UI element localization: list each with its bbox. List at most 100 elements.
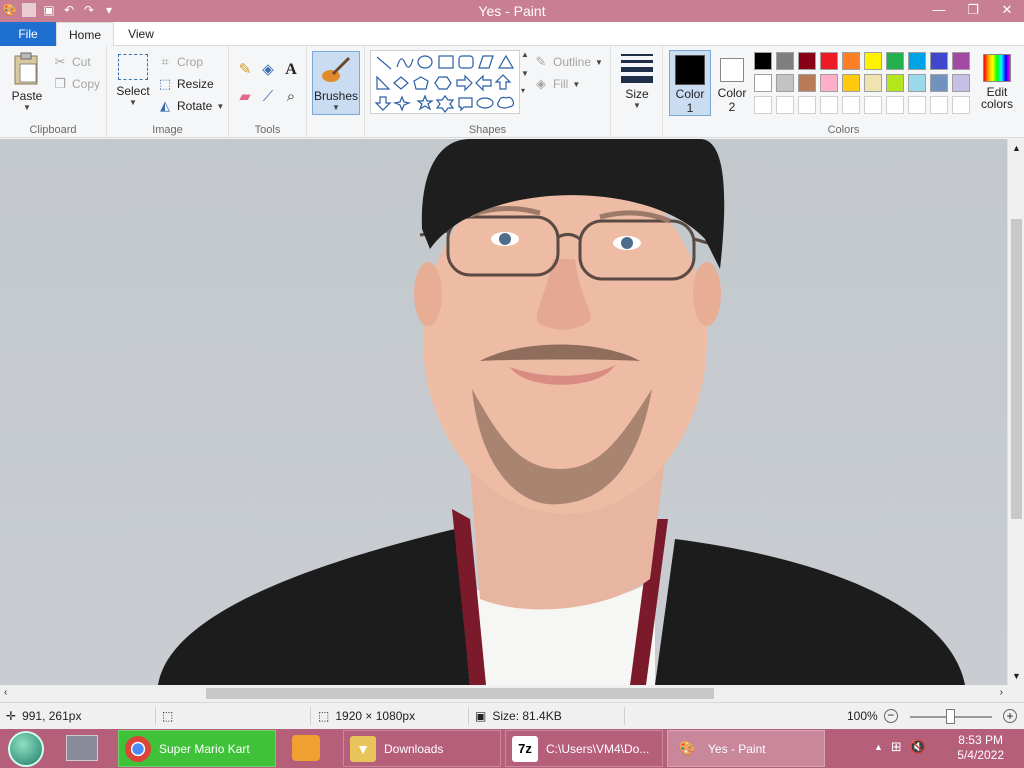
text-tool-icon[interactable]: A [283,62,299,78]
chevron-down-icon[interactable]: ▼ [521,69,531,78]
zoom-in-button[interactable]: + [1003,709,1017,723]
resize-button[interactable]: ⬚ Resize [157,76,214,92]
oval-callout-shape-icon [476,97,494,109]
clock-time: 8:53 PM [958,733,1003,747]
palette-swatch[interactable] [820,96,838,114]
pencil-icon[interactable]: ✎ [237,62,253,78]
cursor-position-text: 991, 261px [22,709,82,723]
clock-date: 5/4/2022 [957,748,1004,762]
palette-swatch[interactable] [776,74,794,92]
chevron-up-icon[interactable]: ▲ [1012,143,1021,153]
horizontal-scrollbar[interactable]: ‹ › [0,685,1007,702]
taskbar-item-chrome[interactable]: Super Mario Kart [118,730,276,767]
taskbar-item-downloads[interactable]: ▼ Downloads [343,730,501,767]
folder-icon: ▼ [350,735,376,762]
chevron-right-icon[interactable]: › [1000,687,1003,698]
canvas-workspace[interactable] [0,139,1024,685]
close-button[interactable]: ✕ [990,0,1024,20]
taskbar-item-paint[interactable]: 🎨 Yes - Paint [667,730,825,767]
vertical-scrollbar[interactable]: ▲ ▼ [1007,139,1024,685]
cursor-position: ✛ 991, 261px [6,709,81,723]
expand-gallery-icon[interactable]: ▾ [521,86,531,95]
palette-swatch[interactable] [930,96,948,114]
palette-swatch[interactable] [908,74,926,92]
tab-view[interactable]: View [118,22,164,46]
brushes-button[interactable]: Brushes ▼ [312,51,360,115]
shapes-scroll[interactable]: ▲ ▼ ▾ [521,50,531,114]
outline-button[interactable]: ✎ Outline ▼ [533,54,603,70]
cut-button[interactable]: ✂ Cut [52,54,91,70]
minimize-button[interactable]: — [922,0,956,20]
shapes-gallery[interactable] [370,50,520,114]
eraser-icon[interactable]: ▰ [237,89,253,105]
color1-button[interactable]: Color 1 [669,50,711,116]
palette-swatch[interactable] [820,74,838,92]
zoom-in-icon[interactable]: + [1003,709,1017,723]
palette-swatch[interactable] [776,96,794,114]
palette-swatch[interactable] [864,96,882,114]
chevron-up-icon[interactable]: ▲ [874,742,883,755]
resize-icon: ⬚ [158,76,172,91]
edit-colors-button[interactable]: Edit colors [975,54,1019,110]
tab-home[interactable]: Home [56,22,114,47]
zoom-slider-knob[interactable] [946,709,955,724]
paste-button[interactable]: Paste ▼ [8,52,46,112]
size-label: Size [625,87,649,101]
palette-swatch[interactable] [842,52,860,70]
fill-bucket-icon[interactable]: ◈ [260,62,276,78]
chrome-icon [125,735,151,762]
palette-swatch[interactable] [798,96,816,114]
palette-swatch[interactable] [886,74,904,92]
palette-swatch[interactable] [908,52,926,70]
magnifier-icon[interactable]: ⌕ [283,89,299,105]
chevron-left-icon[interactable]: ‹ [4,687,7,698]
palette-swatch[interactable] [820,52,838,70]
color2-button[interactable]: Color 2 [713,50,751,116]
fill-label: Fill [553,77,569,91]
palette-swatch[interactable] [886,96,904,114]
media-player-icon[interactable] [292,735,320,761]
volume-muted-icon[interactable]: 🔇 [910,739,926,755]
palette-swatch[interactable] [930,74,948,92]
palette-swatch[interactable] [754,74,772,92]
palette-swatch[interactable] [864,52,882,70]
size-button[interactable]: Size ▼ [619,54,655,110]
clock[interactable]: 8:53 PM 5/4/2022 [957,733,1004,763]
scroll-thumb[interactable] [1011,219,1022,519]
palette-swatch[interactable] [930,52,948,70]
palette-swatch[interactable] [776,52,794,70]
palette-swatch[interactable] [798,74,816,92]
copy-button[interactable]: ❐ Copy [52,76,100,92]
palette-swatch[interactable] [952,52,970,70]
palette-swatch[interactable] [842,74,860,92]
taskbar-item-7zip[interactable]: 7z C:\Users\VM4\Do... [505,730,663,767]
palette-swatch[interactable] [754,96,772,114]
palette-swatch[interactable] [952,96,970,114]
palette-swatch[interactable] [864,74,882,92]
palette-swatch[interactable] [798,52,816,70]
chevron-up-icon[interactable]: ▲ [521,50,531,59]
palette-swatch[interactable] [842,96,860,114]
restore-button[interactable]: ❐ [956,0,990,20]
zoom-out-icon[interactable]: − [883,709,898,723]
tab-file[interactable]: File [0,22,56,46]
hexagon-shape-icon [434,76,452,90]
fill-button[interactable]: ◈ Fill ▼ [533,76,580,92]
palette-swatch[interactable] [952,74,970,92]
paint-icon: 🎨 [678,740,696,756]
down-arrow-shape-icon [374,96,392,111]
start-button[interactable] [8,731,44,767]
chevron-down-icon[interactable]: ▼ [1012,671,1021,681]
color-picker-icon[interactable]: ⟋ [260,89,276,105]
palette-swatch[interactable] [908,96,926,114]
palette-swatch[interactable] [754,52,772,70]
edit-colors-label: Edit colors [980,85,1013,111]
palette-swatch[interactable] [886,52,904,70]
canvas-image[interactable] [0,139,1007,685]
select-button[interactable]: Select ▼ [115,54,151,107]
crop-button[interactable]: ⌗ Crop [157,54,203,70]
network-icon[interactable]: ⊞ [891,739,902,755]
scroll-thumb[interactable] [206,688,714,699]
rotate-button[interactable]: ◭ Rotate ▼ [157,98,224,114]
task-view-icon[interactable] [66,735,98,761]
